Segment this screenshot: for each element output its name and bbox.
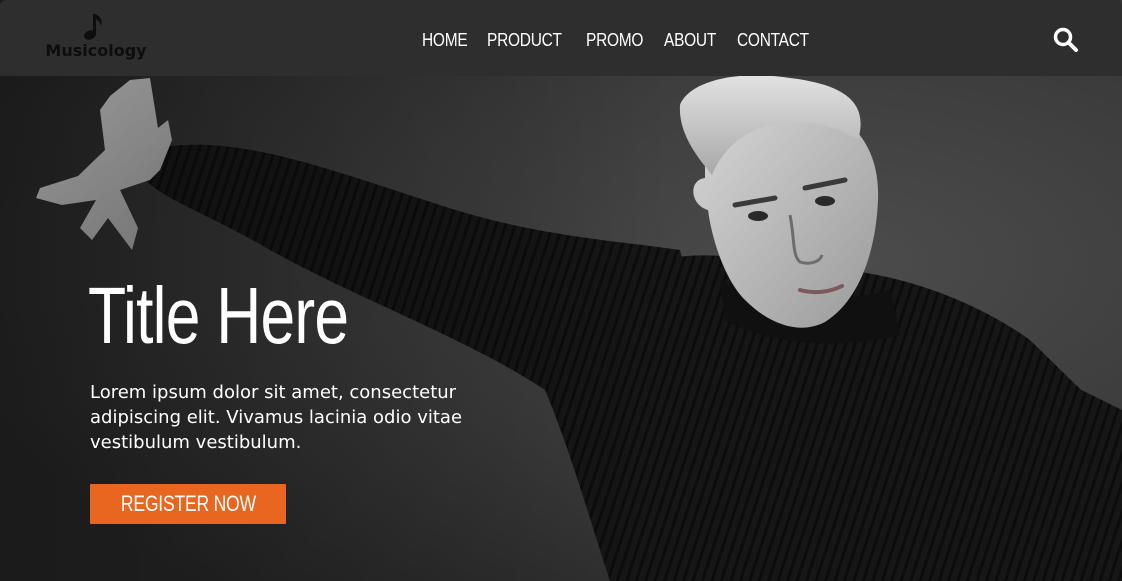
- nav-item-promo[interactable]: PROMO: [586, 30, 643, 51]
- music-note-icon: [84, 14, 102, 40]
- register-now-label: REGISTER NOW: [120, 491, 256, 516]
- navbar: Musicology HOME PRODUCT PROMO ABOUT CONT…: [0, 0, 1122, 76]
- nav-item-home[interactable]: HOME: [422, 30, 468, 51]
- main-nav: HOME PRODUCT PROMO ABOUT CONTACT: [422, 26, 814, 54]
- brand-name: Musicology: [45, 41, 147, 60]
- register-now-button[interactable]: REGISTER NOW: [90, 484, 286, 524]
- search-icon: [1053, 27, 1078, 52]
- page: Musicology HOME PRODUCT PROMO ABOUT CONT…: [0, 0, 1122, 581]
- nav-item-product[interactable]: PRODUCT: [487, 30, 562, 51]
- nav-item-about[interactable]: ABOUT: [664, 30, 716, 51]
- hero-description: Lorem ipsum dolor sit amet, consectetur …: [90, 382, 463, 453]
- hero-title: Title Here: [88, 271, 349, 360]
- search-button[interactable]: [1052, 26, 1080, 54]
- brand-logo[interactable]: Musicology: [38, 8, 148, 68]
- nav-item-contact[interactable]: CONTACT: [737, 30, 809, 51]
